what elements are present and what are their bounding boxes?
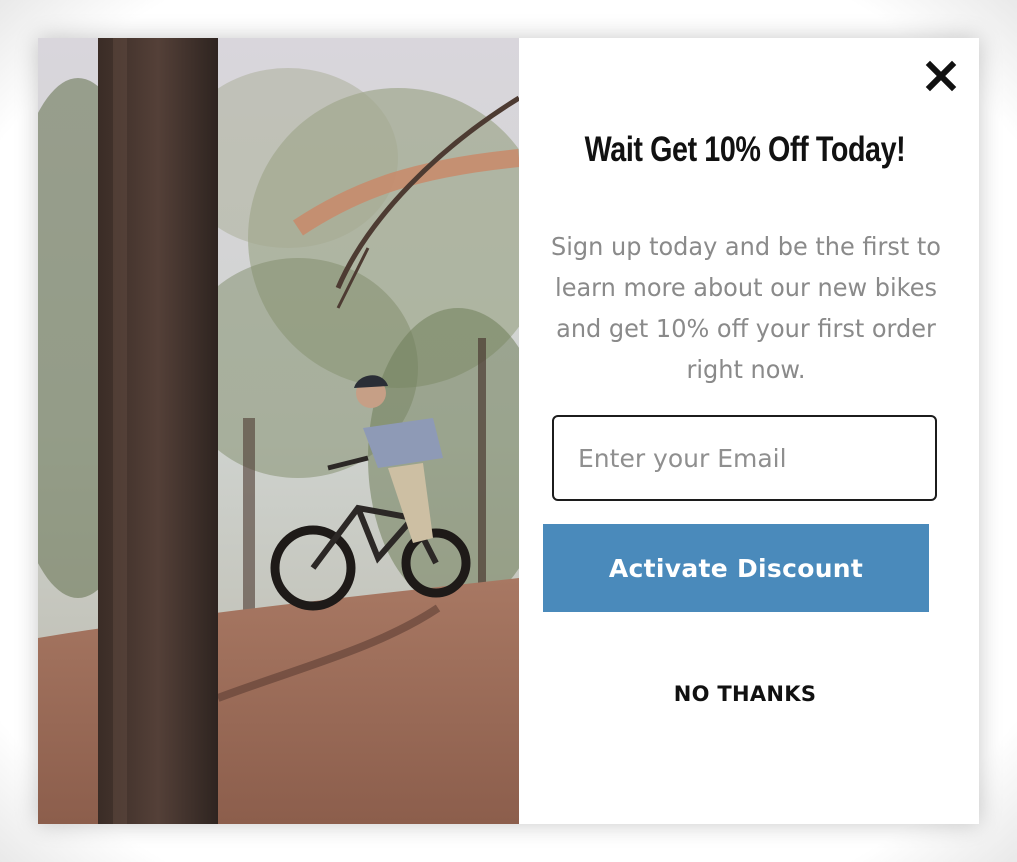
page-backdrop: Wait Get 10% Off Today! Sign up today an…: [0, 0, 1017, 862]
popup-headline: Wait Get 10% Off Today!: [584, 130, 906, 169]
close-icon: [925, 60, 957, 92]
signup-panel: Wait Get 10% Off Today! Sign up today an…: [519, 38, 979, 824]
close-button[interactable]: [925, 60, 957, 92]
hero-image: [38, 38, 519, 824]
activate-discount-button[interactable]: Activate Discount: [543, 524, 929, 612]
no-thanks-link[interactable]: NO THANKS: [519, 682, 971, 706]
discount-popup: Wait Get 10% Off Today! Sign up today an…: [38, 38, 979, 824]
email-field[interactable]: [552, 415, 937, 501]
popup-description: Sign up today and be the first to learn …: [551, 232, 941, 384]
